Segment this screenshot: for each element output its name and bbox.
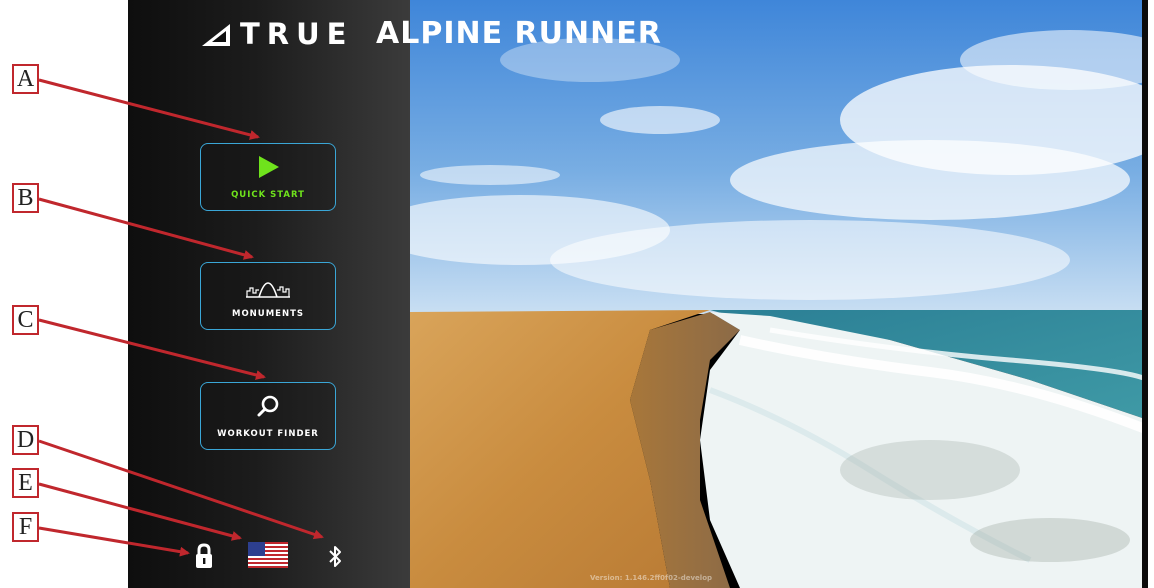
callout-c: C xyxy=(12,305,39,335)
treadmill-screen: TRUE ALPINE RUNNER QUICK START MONUMENTS… xyxy=(128,0,1148,588)
workout-finder-button[interactable]: WORKOUT FINDER xyxy=(200,382,336,450)
callout-e: E xyxy=(12,468,39,498)
version-label: Version: 1.146.2ff0f02-develop xyxy=(590,574,713,582)
bluetooth-icon[interactable] xyxy=(327,544,343,570)
quick-start-button[interactable]: QUICK START xyxy=(200,143,336,211)
true-logo-icon xyxy=(202,24,230,46)
quick-start-label: QUICK START xyxy=(231,190,305,200)
search-icon xyxy=(201,393,335,419)
play-icon xyxy=(201,154,335,180)
screen-edge xyxy=(1142,0,1148,588)
us-flag-icon[interactable] xyxy=(248,542,288,568)
monument-arch-icon xyxy=(201,273,335,299)
callout-a: A xyxy=(12,64,39,94)
callout-b: B xyxy=(12,183,39,213)
callout-f: F xyxy=(12,512,39,542)
product-name: ALPINE RUNNER xyxy=(376,16,662,51)
callout-d: D xyxy=(12,425,39,455)
monuments-label: MONUMENTS xyxy=(232,309,304,319)
lock-icon[interactable] xyxy=(194,543,214,569)
beach-video-scene xyxy=(410,0,1148,588)
workout-finder-label: WORKOUT FINDER xyxy=(217,429,319,439)
monuments-button[interactable]: MONUMENTS xyxy=(200,262,336,330)
brand-name: TRUE xyxy=(240,17,354,51)
